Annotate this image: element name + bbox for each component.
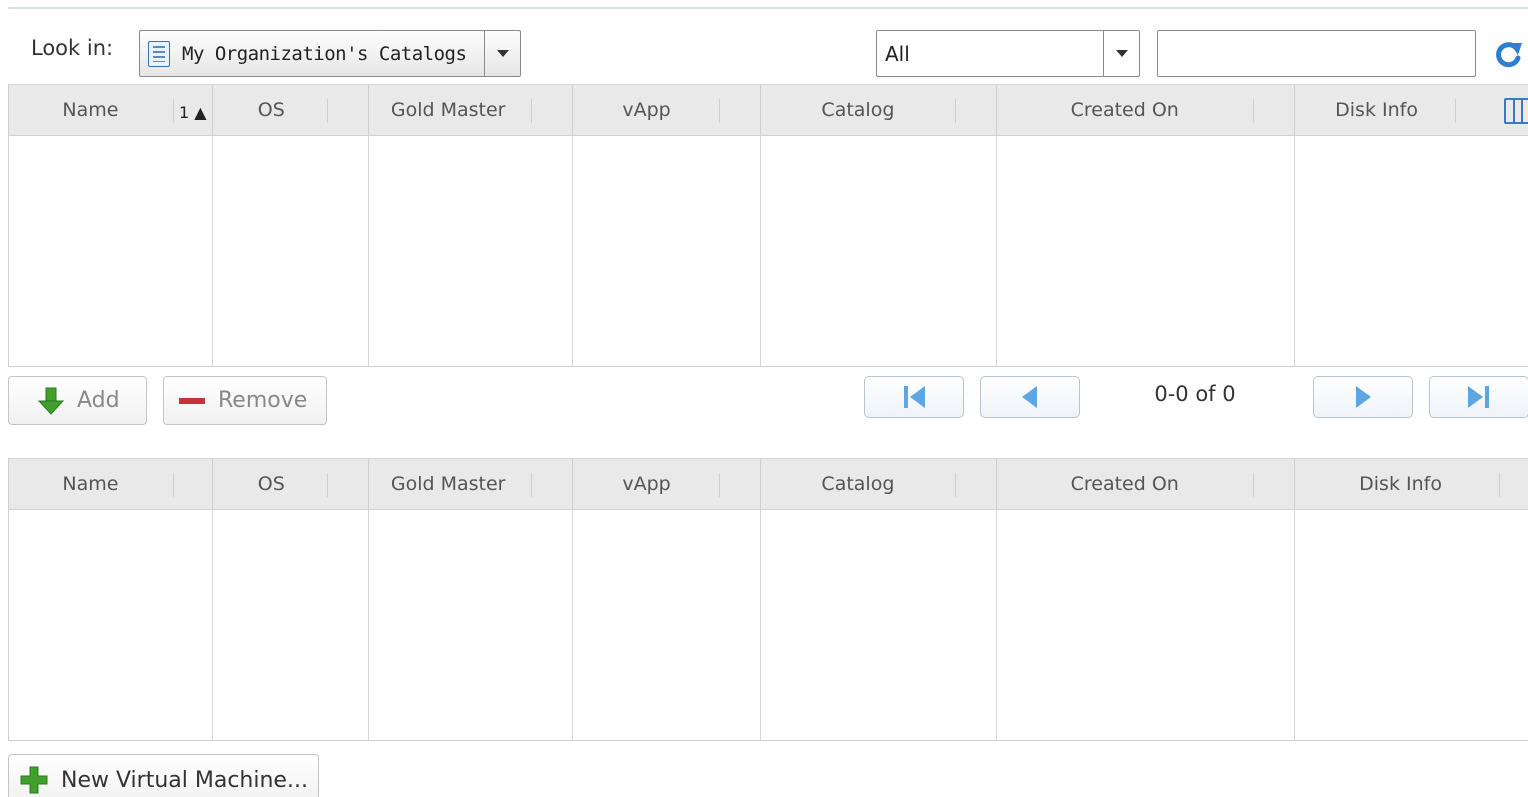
pagination-status: 0-0 of 0 xyxy=(1154,382,1236,406)
selected-grid-header: Name OS Gold Master vApp Catalog Created… xyxy=(9,458,1528,510)
add-button[interactable]: Add xyxy=(8,376,147,425)
refresh-button[interactable] xyxy=(1492,37,1526,71)
filter-select[interactable]: All xyxy=(876,30,1140,77)
first-page-icon xyxy=(904,386,925,408)
add-button-label: Add xyxy=(77,388,120,413)
available-grid-header: Name 1 ▲ OS Gold Master vApp Catalog Cre… xyxy=(9,84,1528,136)
prev-page-icon xyxy=(1022,386,1037,408)
column-header-name[interactable]: Name 1 ▲ xyxy=(9,85,213,135)
catalog-select-dropdown-button[interactable] xyxy=(484,31,520,76)
available-grid-body xyxy=(9,136,1528,366)
catalog-icon xyxy=(148,40,170,67)
column-header-catalog[interactable]: Catalog xyxy=(761,85,998,135)
selected-grid-body xyxy=(9,510,1528,740)
column-header-created-on[interactable]: Created On xyxy=(997,459,1296,509)
plus-green-icon xyxy=(20,766,48,794)
new-virtual-machine-label: New Virtual Machine... xyxy=(61,767,308,793)
remove-button-label: Remove xyxy=(218,388,308,413)
filter-select-value: All xyxy=(885,41,910,66)
new-virtual-machine-button[interactable]: New Virtual Machine... xyxy=(8,754,319,797)
search-input[interactable] xyxy=(1157,30,1476,77)
column-header-disk-info[interactable]: Disk Info xyxy=(1295,85,1528,135)
column-header-vapp[interactable]: vApp xyxy=(573,85,762,135)
look-in-label: Look in: xyxy=(31,36,114,60)
minus-red-icon xyxy=(179,397,205,404)
remove-button[interactable]: Remove xyxy=(163,376,327,425)
sort-indicator: 1 ▲ xyxy=(179,103,207,122)
column-header-created-on[interactable]: Created On xyxy=(997,85,1296,135)
catalog-select[interactable]: My Organization's Catalogs xyxy=(139,30,521,77)
column-header-vapp[interactable]: vApp xyxy=(573,459,762,509)
chevron-down-icon xyxy=(1115,50,1128,57)
top-divider xyxy=(8,7,1528,9)
available-vms-grid: Name 1 ▲ OS Gold Master vApp Catalog Cre… xyxy=(8,84,1528,367)
first-page-button[interactable] xyxy=(864,376,964,418)
column-header-os[interactable]: OS xyxy=(213,85,369,135)
catalog-select-value: My Organization's Catalogs xyxy=(182,42,467,65)
arrow-down-green-icon xyxy=(37,387,65,415)
last-page-icon xyxy=(1468,386,1489,408)
column-header-name[interactable]: Name xyxy=(9,459,213,509)
next-page-icon xyxy=(1356,386,1371,408)
column-header-catalog[interactable]: Catalog xyxy=(761,459,998,509)
prev-page-button[interactable] xyxy=(980,376,1080,418)
last-page-button[interactable] xyxy=(1429,376,1528,418)
column-header-disk-info[interactable]: Disk Info xyxy=(1295,459,1528,509)
columns-icon[interactable] xyxy=(1503,98,1528,124)
filter-select-dropdown-button[interactable] xyxy=(1103,31,1139,76)
refresh-icon xyxy=(1496,42,1522,68)
column-header-gold-master[interactable]: Gold Master xyxy=(369,459,573,509)
next-page-button[interactable] xyxy=(1313,376,1413,418)
chevron-down-icon xyxy=(496,50,509,57)
column-header-gold-master[interactable]: Gold Master xyxy=(369,85,573,135)
selected-vms-grid: Name OS Gold Master vApp Catalog Created… xyxy=(8,458,1528,741)
column-header-os[interactable]: OS xyxy=(213,459,369,509)
